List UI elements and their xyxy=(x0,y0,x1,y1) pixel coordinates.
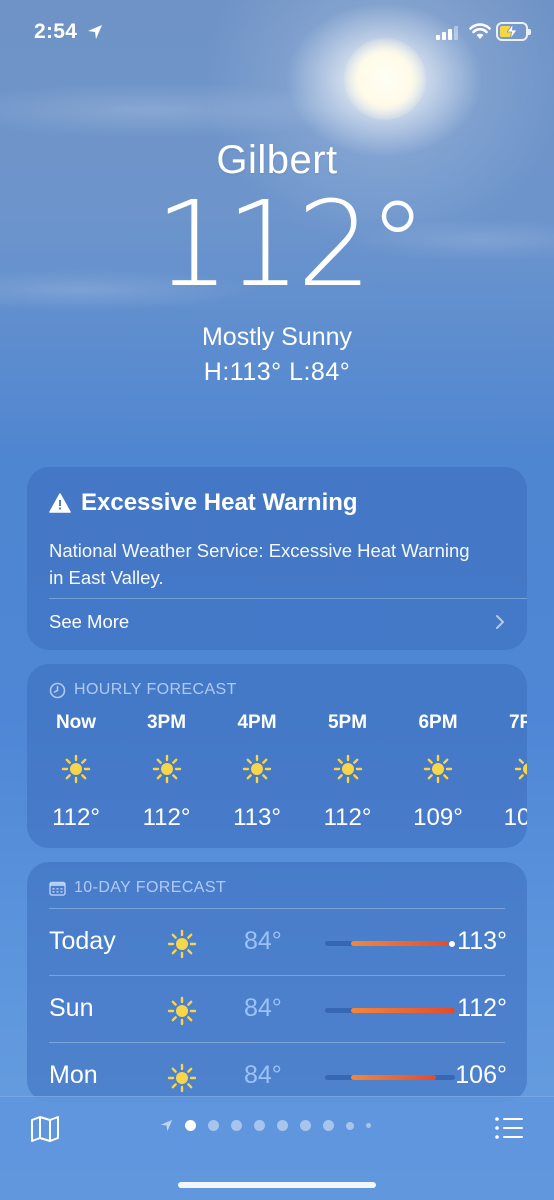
ten-day-header: 10-DAY FORECAST xyxy=(49,879,226,897)
hourly-forecast-card[interactable]: HOURLY FORECAST Now 112° 3PM 112° 4PM 113° 5PM… xyxy=(27,664,527,848)
sun-icon xyxy=(514,758,527,780)
hourly-header-label: HOURLY FORECAST xyxy=(74,681,237,698)
temperature-range-bar xyxy=(325,1075,455,1080)
calendar-icon xyxy=(49,881,66,896)
sun-icon xyxy=(167,996,197,1026)
ten-day-forecast-card[interactable]: 10-DAY FORECAST Today 84° 113° Sun 84° 112° Mo… xyxy=(27,862,527,1102)
hourly-item: 6PM 109° xyxy=(393,712,483,832)
page-dot[interactable] xyxy=(300,1120,311,1131)
hour-label: 3PM xyxy=(146,712,187,733)
hour-temp: 112° xyxy=(142,804,191,831)
condition-text: Mostly Sunny xyxy=(201,323,353,351)
divider xyxy=(49,598,527,599)
sun-icon xyxy=(152,754,181,784)
hour-temp: 113° xyxy=(233,804,281,831)
hourly-item: 5PM 112° xyxy=(303,712,393,832)
see-more-label: See More xyxy=(49,611,130,632)
sun-icon xyxy=(61,754,91,784)
day-low: 84° xyxy=(244,927,282,955)
hour-label: 6PM xyxy=(418,712,458,733)
temperature-range-bar xyxy=(325,1008,455,1013)
status-time: 2:54 xyxy=(34,20,78,43)
page-dot[interactable] xyxy=(346,1121,354,1130)
chevron-right-icon xyxy=(496,615,504,629)
hourly-item: 7PM 104° xyxy=(484,712,527,832)
cellular-signal-icon xyxy=(436,26,458,40)
clock-icon xyxy=(49,682,66,698)
temperature-range-fill xyxy=(351,1008,455,1013)
high-low-text: H:113° L:84° xyxy=(203,358,351,386)
page-dot[interactable] xyxy=(208,1120,219,1131)
alert-title: Excessive Heat Warning xyxy=(81,489,358,516)
hour-temp: 112° xyxy=(52,804,100,831)
sun-icon xyxy=(167,929,197,959)
page-dot[interactable] xyxy=(277,1120,288,1131)
location-arrow-icon xyxy=(88,25,102,39)
ten-day-header-label: 10-DAY FORECAST xyxy=(74,879,227,896)
heat-warning-card[interactable]: Excessive Heat Warning National Weather … xyxy=(27,467,527,650)
hour-label: 4PM xyxy=(237,712,277,733)
day-row[interactable]: Today 84° 113° xyxy=(49,909,507,975)
day-row[interactable]: Sun 84° 112° xyxy=(49,976,507,1042)
hour-label: 7PM xyxy=(508,712,527,733)
hour-label: 5PM xyxy=(327,712,368,733)
hour-temp: 109° xyxy=(413,804,463,831)
current-temp-dot xyxy=(448,939,457,948)
day-high: 106° xyxy=(455,1061,507,1089)
page-dot[interactable] xyxy=(185,1120,196,1131)
day-low: 84° xyxy=(244,1061,282,1089)
alert-body: National Weather Service: Excessive Heat… xyxy=(49,540,470,588)
hourly-item: 4PM 113° xyxy=(212,712,302,832)
sun-icon xyxy=(333,754,362,784)
day-icon xyxy=(167,929,197,964)
sun-icon xyxy=(167,1063,197,1093)
temperature-range-fill xyxy=(351,1075,436,1080)
day-name: Today xyxy=(49,927,116,955)
page-dot[interactable] xyxy=(231,1120,242,1131)
status-bar: 2:54 xyxy=(0,0,554,64)
hour-label: Now xyxy=(55,712,97,733)
day-icon xyxy=(167,996,197,1031)
hour-temp: 104° xyxy=(503,804,527,831)
hourly-header: HOURLY FORECAST xyxy=(49,681,237,699)
map-icon[interactable] xyxy=(30,1115,60,1143)
page-indicator[interactable] xyxy=(160,1119,371,1132)
sun-icon xyxy=(423,754,453,784)
sun-icon xyxy=(242,754,272,784)
day-name: Mon xyxy=(49,1061,98,1089)
day-high: 112° xyxy=(457,994,507,1022)
day-name: Sun xyxy=(49,994,94,1022)
wifi-icon xyxy=(469,23,491,39)
page-dot[interactable] xyxy=(254,1120,265,1131)
hourly-item: 3PM 112° xyxy=(122,712,212,832)
temperature-range-fill xyxy=(351,941,453,946)
current-weather-header: Gilbert 112° Mostly Sunny H:113° L:84° xyxy=(0,138,554,387)
battery-icon xyxy=(496,22,531,41)
location-page-arrow-icon xyxy=(160,1119,173,1132)
hour-temp: 112° xyxy=(323,804,372,831)
alert-title-row: Excessive Heat Warning xyxy=(49,489,358,517)
hourly-item: Now 112° xyxy=(31,712,121,832)
day-high: 113° xyxy=(457,927,507,955)
day-row[interactable]: Mon 84° 106° xyxy=(49,1043,507,1102)
warning-icon xyxy=(49,493,71,513)
page-dot[interactable] xyxy=(323,1120,334,1131)
temperature-range-bar xyxy=(325,939,457,948)
home-indicator[interactable] xyxy=(178,1182,376,1188)
list-icon[interactable] xyxy=(494,1115,524,1141)
see-more-button[interactable]: See More xyxy=(49,611,505,633)
day-low: 84° xyxy=(244,994,282,1022)
page-dot[interactable] xyxy=(366,1123,371,1128)
day-icon xyxy=(167,1063,197,1098)
current-temperature: 112° xyxy=(154,175,427,313)
